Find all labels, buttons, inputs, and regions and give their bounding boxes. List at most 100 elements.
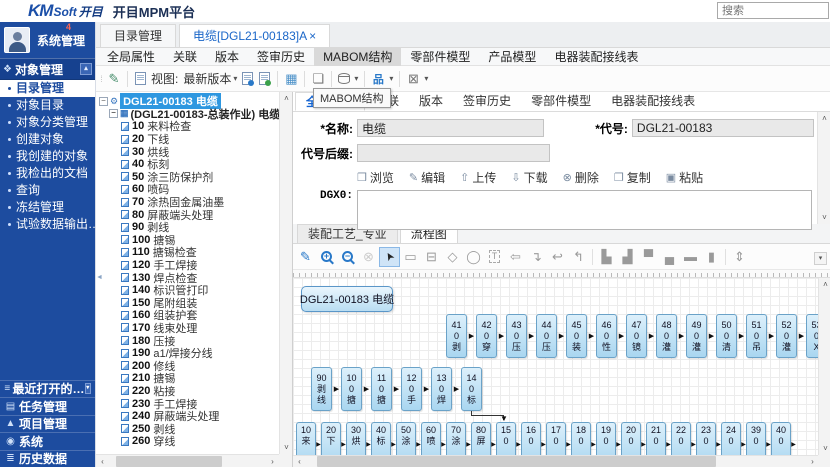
calendar-edit-icon[interactable]	[282, 71, 300, 87]
a1/焊接分线[interactable]: 190 a1/焊接分线	[99, 347, 278, 360]
network-dropdown-icon[interactable]	[389, 74, 393, 83]
text-tool-icon[interactable]: T	[484, 247, 505, 267]
ribbon-button[interactable]: 版本	[206, 48, 248, 66]
image-icon[interactable]	[404, 71, 422, 87]
sidebar-item[interactable]: 对象目录	[0, 97, 95, 114]
flow-node[interactable]: 90 剥 线	[311, 367, 332, 411]
sidebar-section-object-management[interactable]: ❖ 对象管理 ▴	[0, 58, 95, 80]
穿线[interactable]: 260 穿线	[99, 435, 278, 448]
search-input[interactable]	[717, 2, 829, 19]
zoom-out-icon[interactable]: −	[337, 247, 358, 267]
sidebar-item[interactable]: 冻结管理	[0, 199, 95, 216]
action-button[interactable]: ▣ 粘贴	[666, 169, 703, 186]
checkout-doc-icon[interactable]	[259, 72, 270, 85]
subprocess-node-icon[interactable]: ⊟	[421, 247, 442, 267]
flow-node[interactable]: 51 0 吊	[746, 314, 767, 358]
collapse-section-button[interactable]: ▴	[80, 63, 92, 75]
scroll-up-icon[interactable]	[280, 92, 293, 105]
database-icon[interactable]	[338, 73, 350, 84]
flow-node[interactable]: 44 0 压	[536, 314, 557, 358]
canvas-horizontal-scrollbar[interactable]	[293, 455, 819, 467]
decision-node-icon[interactable]: ◇	[442, 247, 463, 267]
ribbon-button[interactable]: 电器装配接线表	[545, 48, 647, 66]
arrow-down-icon[interactable]: ↴	[526, 247, 547, 267]
separator[interactable]	[592, 249, 593, 265]
sidebar-item[interactable]: 我创建的对象	[0, 148, 95, 165]
view-dropdown-icon[interactable]	[233, 74, 237, 83]
ribbon-button[interactable]: 签审历史	[248, 48, 314, 66]
flow-node[interactable]: 43 0 压	[506, 314, 527, 358]
flow-node[interactable]: 50 0 清	[716, 314, 737, 358]
separator[interactable]	[725, 249, 726, 265]
action-button[interactable]: ⇧ 上传	[460, 169, 496, 186]
distribute-vertical-icon[interactable]: ⇕	[729, 247, 750, 267]
屏蔽端头处理[interactable]: 240 屏蔽端头处理	[99, 410, 278, 423]
flow-node[interactable]: 11 0 搪	[371, 367, 392, 411]
tree-horizontal-scrollbar[interactable]	[96, 454, 279, 467]
sidebar-bottom-item[interactable]: ◉ 系统	[0, 432, 95, 450]
flow-node[interactable]: 13 0 焊	[431, 367, 452, 411]
user-row[interactable]: 系统管理 4	[0, 22, 95, 58]
下线[interactable]: 20 下线	[99, 133, 278, 146]
flow-node[interactable]: 45 0 装	[566, 314, 587, 358]
flow-node[interactable]: 12 0 手	[401, 367, 422, 411]
arrow-left-icon[interactable]: ⇦	[505, 247, 526, 267]
搪锡[interactable]: 210 搪锡	[99, 372, 278, 385]
detail-tab[interactable]: 零部件模型	[521, 92, 601, 111]
ribbon-button[interactable]: 关联	[164, 48, 206, 66]
flow-node[interactable]: 14 0 标	[461, 367, 482, 411]
ribbon-button[interactable]: 零部件模型	[401, 48, 479, 66]
flow-node[interactable]: 52 0 灌	[776, 314, 797, 358]
flow-node[interactable]: 46 0 性	[596, 314, 617, 358]
涂三防保护剂[interactable]: 50 涂三防保护剂	[99, 171, 278, 184]
ribbon-button[interactable]: MABOM结构	[314, 48, 401, 66]
arrow-up-left-icon[interactable]: ↰	[568, 247, 589, 267]
suffix-field[interactable]	[357, 144, 550, 162]
剥线[interactable]: 90 剥线	[99, 221, 278, 234]
scroll-down-icon[interactable]	[818, 211, 830, 224]
view-doc-icon[interactable]	[135, 72, 146, 85]
sidebar-bottom-item[interactable]: ≡ 最近打开的…	[0, 380, 95, 398]
action-button[interactable]: ⇩ 下载	[511, 169, 547, 186]
sidebar-bottom-item[interactable]: ▤ 任务管理	[0, 397, 95, 415]
flow-node[interactable]: 41 0 剥	[446, 314, 467, 358]
scroll-up-icon[interactable]	[818, 112, 830, 125]
scroll-down-icon[interactable]	[280, 441, 293, 454]
collapse-sidebar-icon[interactable]	[96, 274, 103, 281]
scroll-left-icon[interactable]	[96, 455, 109, 467]
sidebar-item[interactable]: 试验数据输出…	[0, 216, 95, 233]
剥线[interactable]: 250 剥线	[99, 422, 278, 435]
form-vertical-scrollbar[interactable]	[817, 112, 830, 224]
scroll-left-icon[interactable]	[293, 455, 306, 467]
tab-directory-management[interactable]: 目录管理	[100, 24, 176, 47]
edit-icon[interactable]	[105, 71, 123, 87]
arrow-return-icon[interactable]: ↩	[547, 247, 568, 267]
align-left-icon[interactable]: ▙	[596, 247, 617, 267]
process-node-icon[interactable]: ▭	[400, 247, 421, 267]
scrollbar-thumb[interactable]	[317, 456, 717, 467]
select-cursor-icon[interactable]: ➤	[379, 247, 400, 267]
action-button[interactable]: ✎ 编辑	[409, 169, 445, 186]
close-tab-icon[interactable]: ×	[309, 29, 316, 43]
flow-root-node[interactable]: DGL21-00183 电缆	[301, 286, 393, 312]
sidebar-item[interactable]: 创建对象	[0, 131, 95, 148]
ellipse-node-icon[interactable]: ◯	[463, 247, 484, 267]
flow-node[interactable]: 49 0 灌	[686, 314, 707, 358]
toolbar-grip[interactable]	[98, 74, 105, 84]
align-center-v-icon[interactable]: ▬	[680, 247, 701, 267]
scroll-down-icon[interactable]	[819, 442, 830, 455]
修线[interactable]: 200 修线	[99, 359, 278, 372]
sidebar-item[interactable]: 目录管理	[0, 80, 95, 97]
edit-flow-icon[interactable]: ✎	[295, 247, 316, 267]
线束处理[interactable]: 170 线束处理	[99, 322, 278, 335]
flow-node[interactable]: 48 0 灌	[656, 314, 677, 358]
image-dropdown-icon[interactable]	[424, 74, 428, 83]
align-right-icon[interactable]: ▄	[659, 247, 680, 267]
delete-node-icon[interactable]: ⊗	[358, 247, 379, 267]
dgx-field[interactable]	[357, 190, 812, 230]
scroll-up-icon[interactable]	[819, 278, 830, 291]
zoom-in-icon[interactable]: +	[316, 247, 337, 267]
sidebar-bottom-item[interactable]: ≣ 历史数据	[0, 450, 95, 467]
scroll-right-icon[interactable]	[266, 455, 279, 467]
layers-icon[interactable]	[309, 71, 327, 87]
